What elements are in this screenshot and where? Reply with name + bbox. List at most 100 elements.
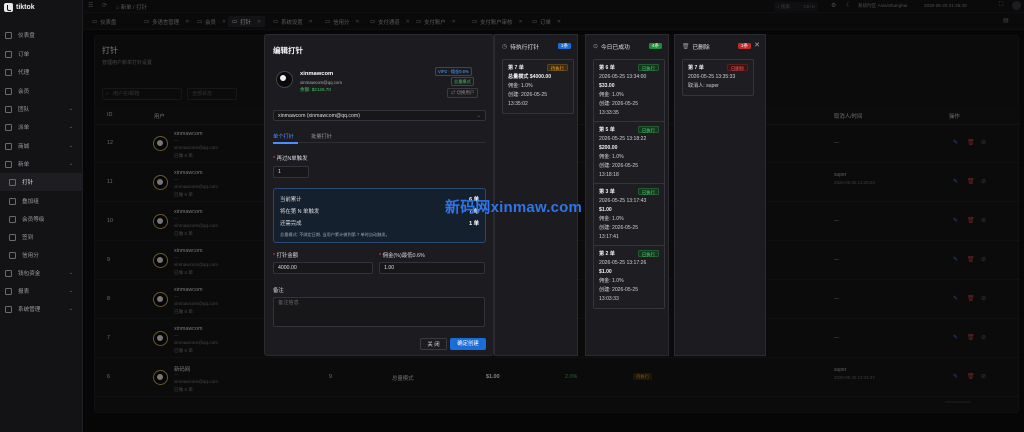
menu-icon — [5, 269, 12, 277]
status-badge: 已执行 — [637, 64, 659, 71]
card-commission: 佣金: 1.0% — [599, 92, 624, 98]
sidebar-item[interactable]: 新单 ⌄ — [0, 155, 83, 173]
amount-label: * 打针金额 — [273, 253, 299, 259]
sidebar-item[interactable]: 系统管理 ⌄ — [0, 300, 83, 318]
app-logo[interactable]: tiktok — [4, 3, 35, 12]
sidebar-item[interactable]: 报表 ⌄ — [0, 282, 83, 300]
menu-icon — [5, 287, 12, 295]
active-tab-indicator — [273, 142, 298, 144]
pending-header: ◷ 待执行打针 — [502, 43, 540, 52]
order-card[interactable]: 第 2 单已执行 2026-05-25 13:17:26 $1.00 佣金: 1.0%… — [593, 245, 665, 309]
confirm-create-button[interactable]: 确定创建 — [450, 338, 486, 350]
card-time: 2026-05-25 13:17:26 — [599, 260, 647, 266]
sidebar-item[interactable]: 派单 ⌄ — [0, 118, 83, 136]
order-card[interactable]: 第 5 单已执行 2026-05-25 13:18:22 $200.00 佣金: 1.… — [593, 121, 665, 185]
menu-icon — [9, 178, 16, 186]
mode-tabs: 单个打针 批量打针 — [273, 129, 486, 144]
order-card[interactable]: 第 6 单已执行 2026-05-25 13:34:00 $33.00 佣金: 1.0… — [593, 59, 665, 123]
nth-label: * 再过N单触发 — [273, 156, 308, 162]
sidebar-item[interactable]: 签到 — [0, 228, 83, 246]
avatar — [276, 71, 293, 88]
menu-icon — [5, 31, 12, 39]
chevron-down-icon: ⌄ — [68, 106, 73, 112]
menu-icon — [9, 215, 16, 223]
menu-icon — [5, 123, 12, 131]
sidebar-item[interactable]: 仪表盘 — [0, 26, 83, 44]
close-button[interactable]: 关 闭 — [420, 338, 447, 350]
sidebar-item[interactable]: 叠加组 — [0, 192, 83, 210]
menu-icon — [5, 142, 12, 150]
card-amount: $1.00 — [599, 269, 612, 275]
card-commission: 佣金: 1.0% — [599, 154, 624, 160]
close-icon[interactable]: ✕ — [754, 41, 760, 49]
card-created: 创建: 2026-05-25 13:35:02 — [508, 92, 548, 107]
tab-batch[interactable]: 批量打针 — [311, 133, 332, 140]
info-current-label: 当前累计 — [280, 197, 302, 203]
user-email: xinmawcom@qq.com — [300, 80, 343, 85]
remark-label: 备注 — [273, 288, 284, 294]
user-balance: 余额: $2126.70 — [300, 87, 331, 92]
card-commission: 佣金: 1.0% — [599, 278, 624, 284]
clock-icon: ◷ — [502, 43, 508, 50]
chevron-down-icon: ⌄ — [68, 288, 73, 294]
rate-label: * 佣金(%)最低0.6% — [379, 253, 425, 259]
menu-icon — [5, 305, 12, 313]
menu-icon — [9, 197, 16, 205]
order-card[interactable]: 第 7 单待执行 总量模式 $4000.00 佣金: 1.0% 创建: 2026-05… — [502, 59, 574, 114]
user-select[interactable]: xinmawcom (xinmawcom@qq.com) ⌄ — [273, 110, 486, 121]
menu-icon — [5, 68, 12, 76]
check-circle-icon: ⊙ — [593, 43, 598, 50]
card-amount: 总量模式 $4000.00 — [508, 74, 552, 80]
menu-icon — [5, 50, 12, 58]
card-commission: 佣金: 1.0% — [508, 83, 533, 89]
user-name: xinmawcom — [300, 71, 334, 77]
remark-textarea[interactable]: 备注信息 — [273, 297, 485, 327]
done-column: ⊙ 今日已成功 4条 第 6 单已执行 2026-05-25 13:34:00 $33… — [585, 34, 669, 356]
menu-icon — [5, 105, 12, 113]
card-amount: $1.00 — [599, 207, 612, 213]
order-card[interactable]: 第 3 单已执行 2026-05-25 13:17:43 $1.00 佣金: 1.0%… — [593, 183, 665, 247]
chevron-down-icon: ⌄ — [476, 113, 481, 119]
pending-count: 1条 — [557, 43, 571, 49]
sidebar-item[interactable]: 会员等级 — [0, 210, 83, 228]
trash-icon: 🗑 — [682, 43, 690, 50]
status-badge: 已执行 — [637, 126, 659, 133]
card-commission: 取消人: super — [688, 83, 719, 89]
status-badge: 待执行 — [546, 64, 568, 71]
amount-input[interactable]: 4000.00 — [273, 262, 373, 274]
info-remaining-value: 1 单 — [469, 221, 479, 227]
switch-user-button[interactable]: ⇄ 切换用户 — [447, 88, 479, 98]
menu-icon — [5, 160, 12, 168]
rate-input[interactable]: 1.00 — [379, 262, 485, 274]
done-header: ⊙ 今日已成功 — [593, 43, 630, 52]
sidebar-item[interactable]: 信用分 — [0, 246, 83, 264]
status-badge: 已执行 — [637, 188, 659, 195]
edit-injection-modal: 编辑打针 xinmawcom xinmawcom@qq.com 余额: $212… — [264, 34, 494, 356]
chevron-down-icon: ⌄ — [68, 161, 73, 167]
tab-single[interactable]: 单个打针 — [273, 133, 294, 140]
sidebar-item[interactable]: 商城 ⌄ — [0, 137, 83, 155]
card-time: 2026-05-25 13:35:33 — [688, 74, 736, 80]
chevron-down-icon: ⌄ — [68, 143, 73, 149]
sidebar-item[interactable]: 代理 — [0, 63, 83, 81]
modal-title: 编辑打针 — [273, 46, 303, 55]
info-trigger-label: 将在第 N 单触发 — [280, 209, 320, 215]
sidebar-item[interactable]: 打针 — [0, 173, 83, 191]
card-created: 创建: 2026-05-25 13:33:35 — [599, 101, 639, 116]
sidebar-item[interactable]: 钱包资金 ⌄ — [0, 264, 83, 282]
app-title: tiktok — [16, 4, 35, 11]
card-created: 创建: 2026-05-25 13:18:18 — [599, 163, 639, 178]
cancelled-count: 1条 — [737, 43, 751, 49]
card-amount: $33.00 — [599, 83, 615, 89]
sidebar-item[interactable]: 会员 — [0, 82, 83, 100]
tiktok-logo-icon — [4, 3, 13, 12]
cancelled-column: 🗑 已删除 1条 ✕ 第 7 单已删除 2026-05-25 13:35:33 取消人… — [674, 34, 766, 356]
card-created: 创建: 2026-05-25 13:17:41 — [599, 225, 639, 240]
user-card: xinmawcom xinmawcom@qq.com 余额: $2126.70 … — [273, 65, 488, 103]
chevron-down-icon: ⌄ — [68, 124, 73, 130]
sidebar: tiktok 仪表盘 订单 代理 会员 团队 ⌄ 派单 ⌄ 商城 ⌄ 新单 ⌄ 打针 叠加组 会员等级 签到信… — [0, 0, 83, 432]
order-card[interactable]: 第 7 单已删除 2026-05-25 13:35:33 取消人: super — [682, 59, 754, 96]
sidebar-item[interactable]: 订单 — [0, 45, 83, 63]
nth-input[interactable]: 1 — [273, 166, 309, 178]
sidebar-item[interactable]: 团队 ⌄ — [0, 100, 83, 118]
